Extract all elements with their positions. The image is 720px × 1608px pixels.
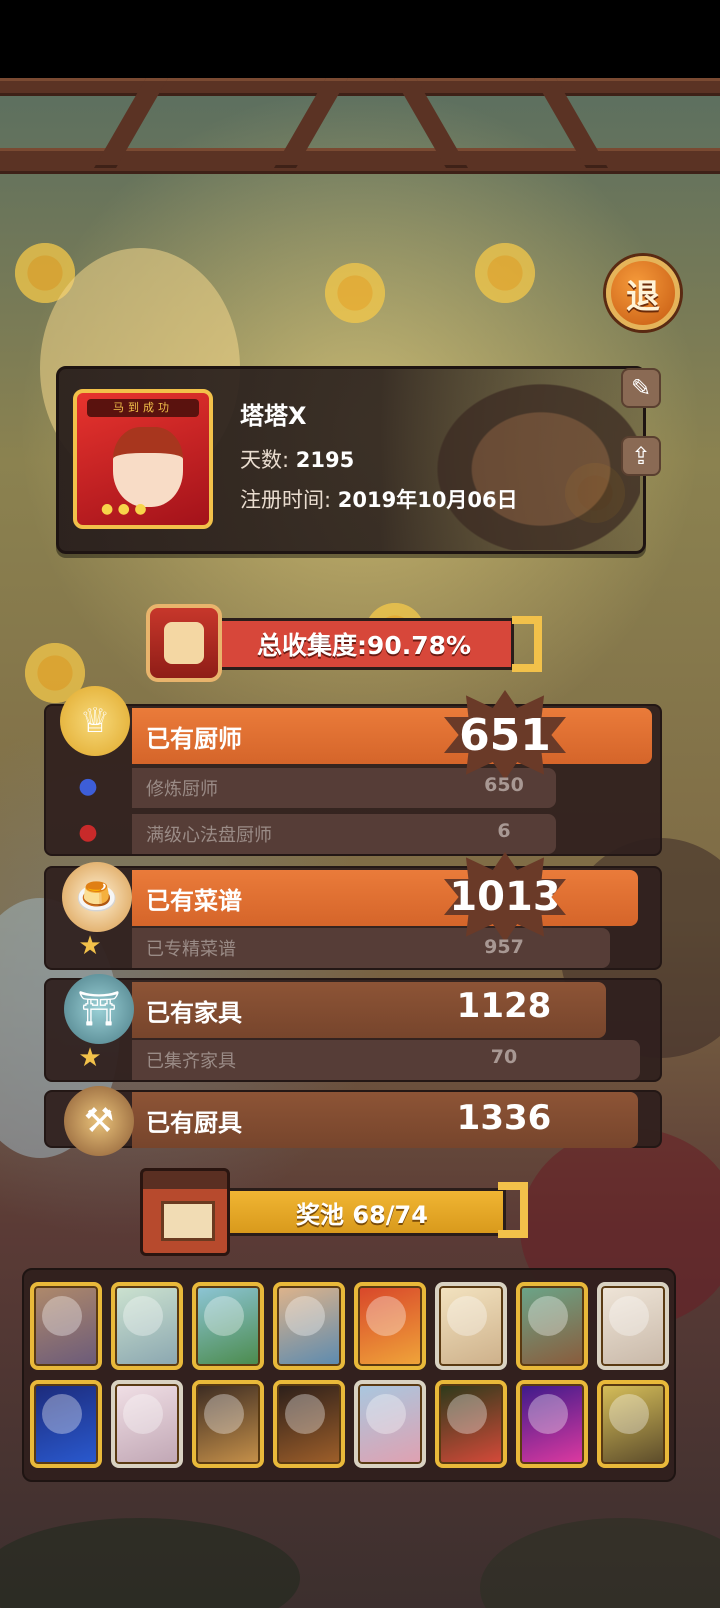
character-portrait (420, 370, 640, 550)
coin-icon: ● ● ● (101, 501, 147, 517)
pool-card[interactable] (110, 1380, 183, 1468)
complete-furniture-label: 已集齐家具 (132, 1040, 640, 1080)
tools-count: 1336 (456, 1098, 552, 1138)
tools-label: 已有厨具 (132, 1092, 638, 1148)
pool-card[interactable] (596, 1282, 669, 1370)
tools-panel[interactable]: 已有厨具 (44, 1090, 662, 1148)
chefs-count: 651 (459, 709, 551, 761)
furniture-icon: ⛩ (64, 974, 134, 1044)
pool-card[interactable] (434, 1282, 507, 1370)
avatar-banner: 马到成功 (87, 399, 199, 417)
blue-person-icon: ● (78, 773, 98, 799)
maxed-chefs-count: 6 (497, 820, 511, 842)
pool-card[interactable] (353, 1282, 426, 1370)
pool-card[interactable] (515, 1282, 588, 1370)
player-name: 塔塔X (240, 402, 307, 430)
kitchen-tool-icon: ⚒ (64, 1086, 134, 1156)
recipes-label: 已有菜谱 (132, 870, 638, 926)
share-icon[interactable]: ⇪ (621, 436, 661, 476)
banner-end-decoration (498, 1182, 528, 1238)
edit-icon[interactable]: ✎ (621, 368, 661, 408)
pool-card[interactable] (191, 1282, 264, 1370)
chefs-label: 已有厨师 (132, 708, 652, 764)
mastered-recipes-count: 957 (484, 936, 524, 958)
chefs-panel[interactable]: 已有厨师 修炼厨师 满级心法盘厨师 (44, 704, 662, 856)
star-icon: ★ (78, 931, 102, 961)
avatar[interactable]: 马到成功 ● ● ● (73, 389, 213, 529)
prize-pool-grid (22, 1268, 676, 1482)
recipes-count: 1013 (449, 874, 561, 920)
pool-card[interactable] (272, 1282, 345, 1370)
complete-furniture-count: 70 (490, 1046, 518, 1068)
star-icon: ★ (78, 1043, 102, 1073)
pool-card[interactable] (110, 1282, 183, 1370)
banner-end-decoration (512, 616, 542, 672)
red-person-icon: ● (78, 819, 98, 845)
scroll-icon (146, 604, 222, 682)
total-collection-banner: 总收集度:90.78% (214, 618, 514, 670)
pool-card[interactable] (353, 1380, 426, 1468)
status-bar (0, 0, 720, 78)
pool-card[interactable] (272, 1380, 345, 1468)
exit-button[interactable]: 退 (606, 256, 680, 330)
pool-house-icon[interactable] (140, 1168, 230, 1256)
pool-card[interactable] (29, 1380, 102, 1468)
pool-card[interactable] (191, 1380, 264, 1468)
prize-pool-banner[interactable]: 奖池 68/74 (218, 1188, 506, 1236)
recipes-panel[interactable]: 已有菜谱 已专精菜谱 (44, 866, 662, 970)
days-played: 天数: 2195 (240, 448, 355, 472)
pool-card[interactable] (515, 1380, 588, 1468)
pool-card[interactable] (434, 1380, 507, 1468)
furniture-count: 1128 (456, 986, 552, 1026)
furniture-panel[interactable]: 已有家具 已集齐家具 (44, 978, 662, 1082)
trained-chefs-count: 650 (484, 774, 524, 796)
pudding-icon: 🍮 (62, 862, 132, 932)
register-date: 注册时间: 2019年10月06日 (240, 488, 518, 512)
pool-card[interactable] (29, 1282, 102, 1370)
pool-card[interactable] (596, 1380, 669, 1468)
chef-hat-icon: ♕ (60, 686, 130, 756)
